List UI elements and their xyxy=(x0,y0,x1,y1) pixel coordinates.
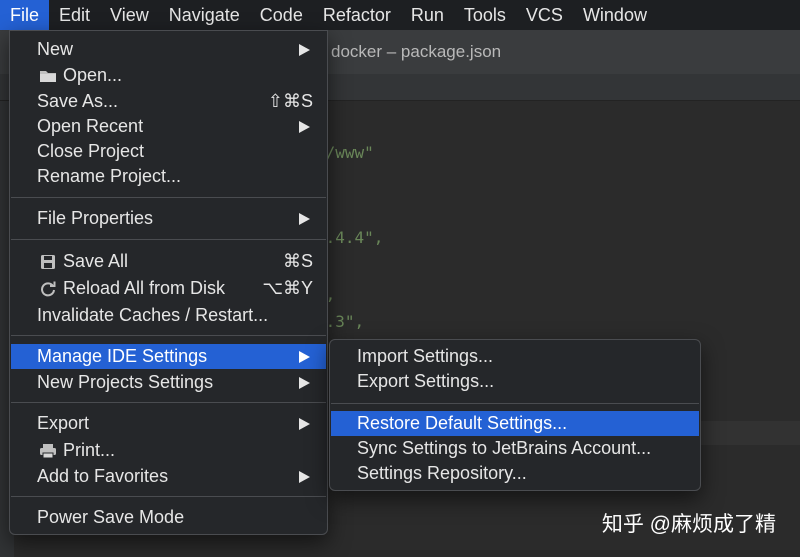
submenu-arrow-icon xyxy=(299,471,310,483)
current-line-highlight xyxy=(700,421,800,445)
submenu-item-sync-settings[interactable]: Sync Settings to JetBrains Account... xyxy=(331,436,699,461)
menubar-window[interactable]: Window xyxy=(573,0,657,30)
menu-item-label: New Projects Settings xyxy=(37,372,214,392)
submenu-item-restore-default-settings[interactable]: Restore Default Settings... xyxy=(331,411,699,436)
menu-item-label: Import Settings... xyxy=(357,346,494,366)
menu-item-label: Save As... xyxy=(37,91,119,111)
menu-separator xyxy=(331,403,699,404)
menu-item-label: Power Save Mode xyxy=(37,507,185,527)
menu-item-export[interactable]: Export xyxy=(11,411,326,436)
manage-ide-settings-submenu: Import Settings... Export Settings... Re… xyxy=(329,339,701,491)
menu-item-save-as[interactable]: Save As... ⇧⌘S xyxy=(11,89,326,114)
screen: File Edit View Navigate Code Refactor Ru… xyxy=(0,0,800,557)
menu-item-label: Invalidate Caches / Restart... xyxy=(37,305,269,325)
menubar-file[interactable]: File xyxy=(0,0,50,30)
menu-item-label: File Properties xyxy=(37,208,154,228)
submenu-arrow-icon xyxy=(299,377,310,389)
menu-shortcut: ⌘S xyxy=(282,251,313,271)
submenu-arrow-icon xyxy=(299,44,310,56)
menu-item-label: New xyxy=(37,39,74,59)
menu-item-label: Export Settings... xyxy=(357,371,495,391)
submenu-arrow-icon xyxy=(299,418,310,430)
menubar-run[interactable]: Run xyxy=(401,0,454,30)
menu-item-open-recent[interactable]: Open Recent xyxy=(11,114,326,139)
menu-item-label: Export xyxy=(37,413,90,433)
menubar-view[interactable]: View xyxy=(100,0,159,30)
menubar-navigate[interactable]: Navigate xyxy=(159,0,250,30)
menubar-vcs[interactable]: VCS xyxy=(516,0,573,30)
printer-icon xyxy=(38,441,58,461)
submenu-item-export-settings[interactable]: Export Settings... xyxy=(331,369,699,394)
menu-item-save-all[interactable]: Save All ⌘S xyxy=(11,249,326,274)
menubar-tools[interactable]: Tools xyxy=(454,0,516,30)
menu-shortcut: ⇧⌘S xyxy=(267,91,313,111)
menu-separator xyxy=(11,197,326,198)
menu-bar: File Edit View Navigate Code Refactor Ru… xyxy=(0,0,800,30)
menu-item-label: Close Project xyxy=(37,141,145,161)
menu-item-label: Open... xyxy=(63,65,123,85)
menu-item-add-to-favorites[interactable]: Add to Favorites xyxy=(11,464,326,489)
menu-separator xyxy=(11,335,326,336)
menu-item-open[interactable]: Open... xyxy=(11,63,326,88)
menu-separator xyxy=(11,402,326,403)
menu-item-power-save-mode[interactable]: Power Save Mode xyxy=(11,505,326,530)
menubar-edit[interactable]: Edit xyxy=(49,0,100,30)
file-menu: New Open... Save As... ⇧⌘S Open Recent C… xyxy=(9,30,328,535)
menu-item-rename-project[interactable]: Rename Project... xyxy=(11,164,326,189)
submenu-item-import-settings[interactable]: Import Settings... xyxy=(331,344,699,369)
menubar-refactor[interactable]: Refactor xyxy=(313,0,401,30)
submenu-arrow-icon xyxy=(299,121,310,133)
menu-item-label: Manage IDE Settings xyxy=(37,346,208,366)
menu-separator xyxy=(11,239,326,240)
menu-item-label: Print... xyxy=(63,440,116,460)
menu-item-label: Open Recent xyxy=(37,116,144,136)
menu-item-file-properties[interactable]: File Properties xyxy=(11,206,326,231)
menu-item-reload-all[interactable]: Reload All from Disk ⌥⌘Y xyxy=(11,276,326,301)
folder-icon xyxy=(38,66,58,86)
menu-item-label: Sync Settings to JetBrains Account... xyxy=(357,438,652,458)
menu-item-manage-ide-settings[interactable]: Manage IDE Settings xyxy=(11,344,326,369)
reload-icon xyxy=(38,279,58,299)
menu-item-print[interactable]: Print... xyxy=(11,438,326,463)
menu-item-close-project[interactable]: Close Project xyxy=(11,139,326,164)
menu-item-label: Rename Project... xyxy=(37,166,182,186)
menu-item-new-projects-settings[interactable]: New Projects Settings xyxy=(11,370,326,395)
submenu-item-settings-repository[interactable]: Settings Repository... xyxy=(331,461,699,486)
menu-item-label: Restore Default Settings... xyxy=(357,413,568,433)
menu-item-invalidate-caches[interactable]: Invalidate Caches / Restart... xyxy=(11,303,326,328)
menu-item-label: Reload All from Disk xyxy=(63,278,226,298)
submenu-arrow-icon xyxy=(299,213,310,225)
window-title: docker – package.json xyxy=(331,42,502,61)
floppy-disk-icon xyxy=(38,252,58,272)
menu-shortcut: ⌥⌘Y xyxy=(262,278,313,298)
watermark: 知乎 @麻烦成了精 xyxy=(601,513,776,536)
submenu-arrow-icon xyxy=(299,351,310,363)
menu-separator xyxy=(11,496,326,497)
menu-item-label: Settings Repository... xyxy=(357,463,527,483)
menubar-code[interactable]: Code xyxy=(250,0,313,30)
menu-item-new[interactable]: New xyxy=(11,37,326,62)
menu-item-label: Save All xyxy=(63,251,129,271)
menu-item-label: Add to Favorites xyxy=(37,466,169,486)
